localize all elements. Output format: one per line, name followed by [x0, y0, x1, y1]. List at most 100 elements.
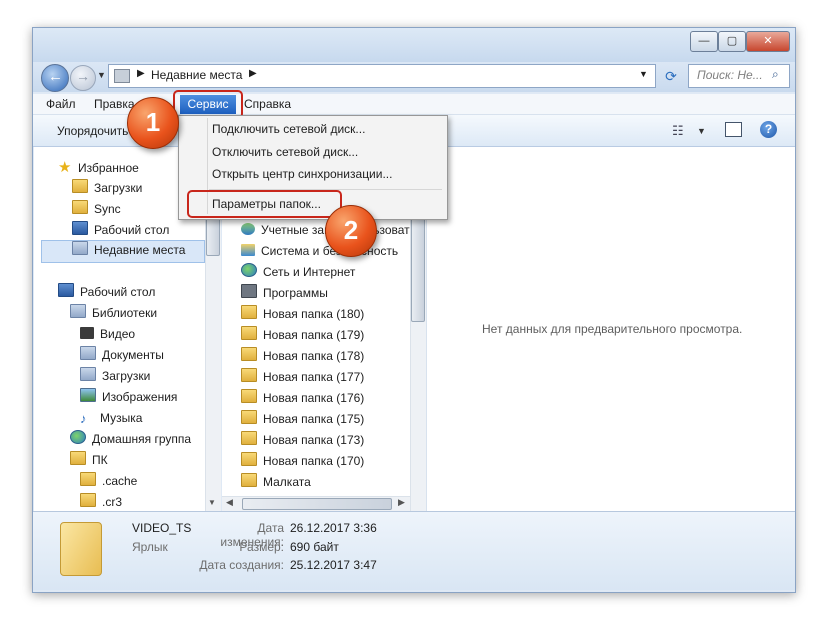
desktop-icon: [72, 221, 88, 235]
network-icon: [241, 263, 257, 277]
homegroup-icon: [70, 430, 86, 444]
list-item[interactable]: Новая папка (175): [241, 409, 411, 430]
back-button[interactable]: ←: [41, 64, 69, 92]
details-size-value: 690 байт: [290, 540, 339, 554]
details-created-value: 25.12.2017 3:47: [290, 558, 377, 572]
nav-video[interactable]: Видео: [58, 324, 208, 345]
view-options-icon[interactable]: ☷: [672, 123, 684, 139]
nav-documents[interactable]: Документы: [58, 345, 208, 366]
folder-icon: [241, 410, 257, 424]
desktop-icon: [58, 283, 74, 297]
folder-icon: [72, 200, 88, 214]
preview-empty-text: Нет данных для предварительного просмотр…: [482, 322, 743, 336]
list-item[interactable]: Малката: [241, 472, 411, 493]
folder-icon: [241, 326, 257, 340]
close-button[interactable]: ✕: [746, 31, 790, 52]
nav-music[interactable]: ♪ Музыка: [58, 408, 208, 429]
file-thumbnail: [58, 516, 102, 576]
recent-places-icon: [114, 69, 130, 83]
title-bar: [33, 28, 795, 62]
history-dropdown-icon[interactable]: ▼: [97, 70, 106, 80]
nav-scroll-down-icon[interactable]: ▼: [208, 498, 216, 507]
documents-icon: [80, 346, 96, 360]
details-created-label: Дата создания:: [199, 558, 284, 572]
nav-scrollbar-thumb[interactable]: [206, 214, 220, 256]
folder-icon: [80, 472, 96, 486]
nav-libraries[interactable]: Библиотеки: [58, 303, 208, 324]
nav-images[interactable]: Изображения: [58, 387, 208, 408]
refresh-icon[interactable]: ⟳: [660, 65, 682, 87]
list-item[interactable]: Новая папка (170): [241, 451, 411, 472]
horizontal-scrollbar-thumb[interactable]: [242, 498, 392, 510]
downloads-icon: [80, 367, 96, 381]
folder-icon: [72, 179, 88, 193]
list-item[interactable]: Новая папка (173): [241, 430, 411, 451]
search-icon: ⌕: [772, 67, 779, 81]
details-file-type: Ярлык: [132, 540, 168, 554]
menu-map-network-drive[interactable]: Подключить сетевой диск...: [212, 118, 365, 140]
nav-desktop[interactable]: Рабочий стол: [58, 220, 208, 241]
folder-icon: [241, 305, 257, 319]
breadcrumb-arrow-icon: ▶: [249, 68, 257, 79]
list-item[interactable]: Программы: [241, 283, 411, 304]
list-item[interactable]: Система и безопасность: [241, 241, 411, 262]
list-item[interactable]: Новая папка (178): [241, 346, 411, 367]
folder-icon: [241, 347, 257, 361]
details-size-label: Размер:: [239, 540, 284, 554]
folder-icon: [241, 473, 257, 487]
list-item[interactable]: Новая папка (179): [241, 325, 411, 346]
folder-icon: [80, 493, 96, 507]
details-modified-value: 26.12.2017 3:36: [290, 521, 377, 535]
list-item[interactable]: Сеть и Интернет: [241, 262, 411, 283]
step-badge-1: 1: [127, 97, 179, 149]
list-item[interactable]: Новая папка (177): [241, 367, 411, 388]
folder-icon: [241, 389, 257, 403]
list-item[interactable]: Новая папка (180): [241, 304, 411, 325]
help-icon[interactable]: ?: [760, 121, 777, 138]
organize-button[interactable]: Упорядочить: [57, 124, 128, 138]
star-icon: ★: [58, 159, 72, 176]
library-icon: [70, 304, 86, 318]
nav-desktop-root[interactable]: Рабочий стол: [58, 282, 208, 303]
breadcrumb-separator-icon: ▶: [137, 68, 145, 79]
arrow-left-icon: ←: [48, 68, 63, 85]
folder-icon: [241, 431, 257, 445]
folder-icon: [241, 368, 257, 382]
menu-edit[interactable]: Правка: [94, 96, 135, 112]
menu-file[interactable]: Файл: [46, 96, 76, 112]
nav-cr3[interactable]: .cr3: [58, 492, 208, 513]
security-icon: [241, 244, 255, 256]
nav-pc[interactable]: ПК: [58, 450, 208, 471]
address-text[interactable]: Недавние места: [151, 68, 242, 82]
menu-open-sync-center[interactable]: Открыть центр синхронизации...: [212, 163, 392, 185]
search-box[interactable]: Поиск: Не... ⌕: [688, 64, 790, 88]
view-dropdown-icon[interactable]: ▼: [697, 126, 706, 136]
nav-downloads2[interactable]: Загрузки: [58, 366, 208, 387]
maximize-button[interactable]: ▢: [718, 31, 746, 52]
nav-recent[interactable]: Недавние места: [72, 240, 185, 261]
details-file-name: VIDEO_TS: [132, 521, 192, 535]
list-item[interactable]: Новая папка (176): [241, 388, 411, 409]
minimize-button[interactable]: —: [690, 31, 718, 52]
file-list-scrollbar-thumb[interactable]: [411, 210, 425, 322]
folder-options-highlight-frame: [187, 190, 342, 218]
scroll-right-icon[interactable]: ▶: [398, 497, 405, 508]
folder-large-icon: [60, 522, 102, 576]
address-dropdown-icon[interactable]: ▼: [639, 69, 648, 79]
nav-homegroup[interactable]: Домашняя группа: [58, 429, 208, 450]
search-input[interactable]: Поиск: Не...: [697, 68, 763, 82]
step-badge-2: 2: [325, 205, 377, 257]
scroll-left-icon[interactable]: ◀: [226, 497, 233, 508]
user-folder-icon: [70, 451, 86, 465]
address-bar[interactable]: ▶ Недавние места ▶ ▼: [108, 64, 656, 88]
menu-help[interactable]: Справка: [244, 96, 291, 112]
folder-icon: [241, 452, 257, 466]
forward-button[interactable]: →: [70, 65, 96, 91]
preview-pane-icon[interactable]: [725, 122, 742, 137]
user-accounts-icon: [241, 223, 255, 235]
video-icon: [80, 327, 94, 339]
music-icon: ♪: [80, 411, 87, 426]
images-icon: [80, 388, 96, 402]
nav-cache[interactable]: .cache: [58, 471, 208, 492]
menu-disconnect-network-drive[interactable]: Отключить сетевой диск...: [212, 141, 358, 163]
